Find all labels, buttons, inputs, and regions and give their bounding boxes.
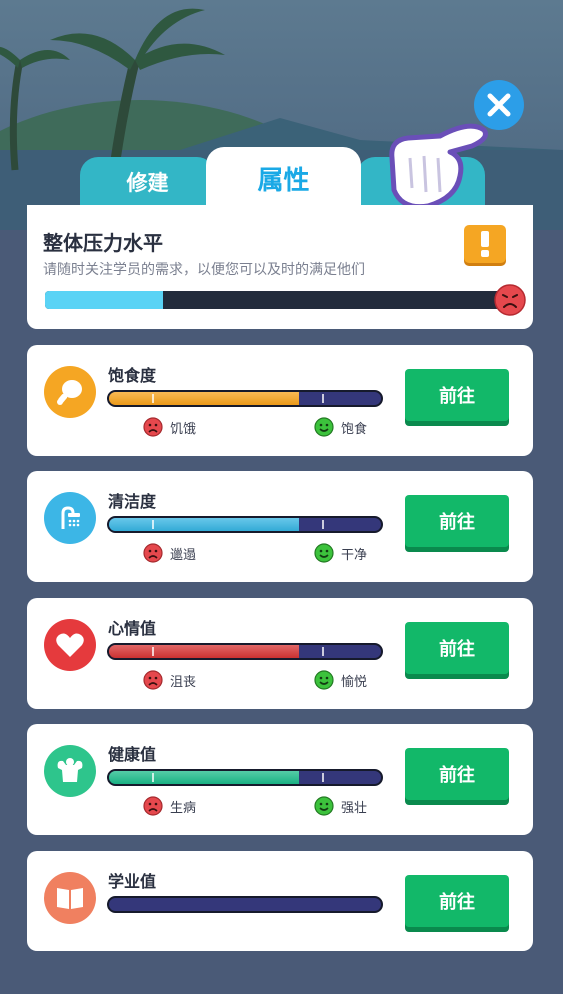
go-button-cleanliness[interactable]: 前往: [405, 495, 509, 547]
bar-tick: [322, 773, 324, 782]
stat-bar: [107, 643, 383, 660]
exclamation-icon: [481, 231, 489, 257]
high-label-text: 干净: [341, 547, 368, 563]
stat-card-satiety: 饱食度 饥饿 饱食 前往: [27, 345, 533, 456]
stat-bar-fill: [109, 518, 300, 531]
high-label: 饱食: [314, 417, 367, 437]
pressure-title: 整体压力水平: [43, 231, 163, 255]
bar-tick: [152, 394, 154, 403]
book-icon: [44, 872, 96, 924]
stat-bar-fill: [109, 645, 300, 658]
low-label: 沮丧: [143, 670, 196, 690]
stat-bar: [107, 769, 383, 786]
stat-title: 饱食度: [108, 366, 157, 385]
low-label-text: 生病: [170, 800, 197, 816]
sad-face-icon: [143, 417, 163, 437]
happy-face-icon: [314, 670, 334, 690]
tab-build[interactable]: 修建: [80, 157, 215, 207]
bar-tick: [152, 520, 154, 529]
shower-icon: [44, 492, 96, 544]
happy-face-icon: [314, 417, 334, 437]
high-label: 愉悦: [314, 670, 367, 690]
sad-face-icon: [143, 543, 163, 563]
bar-tick: [152, 773, 154, 782]
low-label: 邋遢: [143, 543, 196, 563]
pressure-bar-fill: [45, 291, 163, 309]
low-label-text: 饥饿: [170, 421, 197, 437]
high-label: 干净: [314, 543, 367, 563]
drumstick-icon: [44, 366, 96, 418]
bar-tick: [152, 647, 154, 656]
warning-button[interactable]: [464, 225, 506, 263]
sad-face-icon: [494, 284, 526, 316]
stat-card-health: 健康值 生病 强壮 前往: [27, 724, 533, 835]
stat-bar: [107, 516, 383, 533]
go-button-mood[interactable]: 前往: [405, 622, 509, 674]
stat-card-mood: 心情值 沮丧 愉悦 前往: [27, 598, 533, 709]
stat-title: 学业值: [108, 872, 157, 891]
go-button-satiety[interactable]: 前往: [405, 369, 509, 421]
sad-face-icon: [143, 796, 163, 816]
stat-bar-fill: [109, 771, 300, 784]
high-label-text: 饱食: [341, 421, 368, 437]
stat-bar: [107, 390, 383, 407]
pressure-bar: [45, 291, 515, 309]
low-label: 饥饿: [143, 417, 196, 437]
happy-face-icon: [314, 796, 334, 816]
bar-tick: [322, 520, 324, 529]
happy-face-icon: [314, 543, 334, 563]
bar-tick: [322, 647, 324, 656]
sad-face-icon: [143, 670, 163, 690]
low-label-text: 邋遢: [170, 547, 197, 563]
pointing-hand-icon: [389, 123, 488, 210]
stat-title: 心情值: [108, 619, 157, 638]
high-label-text: 愉悦: [341, 674, 368, 690]
stat-title: 健康值: [108, 745, 157, 764]
heart-icon: [44, 619, 96, 671]
stat-title: 清洁度: [108, 492, 157, 511]
go-button-study[interactable]: 前往: [405, 875, 509, 927]
high-label: 强壮: [314, 796, 367, 816]
stat-bar-fill: [109, 392, 300, 405]
stat-card-study: 学业值 前往: [27, 851, 533, 951]
go-button-health[interactable]: 前往: [405, 748, 509, 800]
close-icon: [487, 93, 511, 117]
stat-card-cleanliness: 清洁度 邋遢 干净 前往: [27, 471, 533, 582]
high-label-text: 强壮: [341, 800, 368, 816]
pressure-subtitle: 请随时关注学员的需求，以便您可以及时的满足他们: [43, 262, 365, 278]
muscle-icon: [44, 745, 96, 797]
bar-tick: [322, 394, 324, 403]
pressure-card: 整体压力水平 请随时关注学员的需求，以便您可以及时的满足他们: [27, 205, 533, 329]
tab-attributes[interactable]: 属性: [206, 147, 361, 209]
low-label: 生病: [143, 796, 196, 816]
stat-bar: [107, 896, 383, 913]
low-label-text: 沮丧: [170, 674, 197, 690]
